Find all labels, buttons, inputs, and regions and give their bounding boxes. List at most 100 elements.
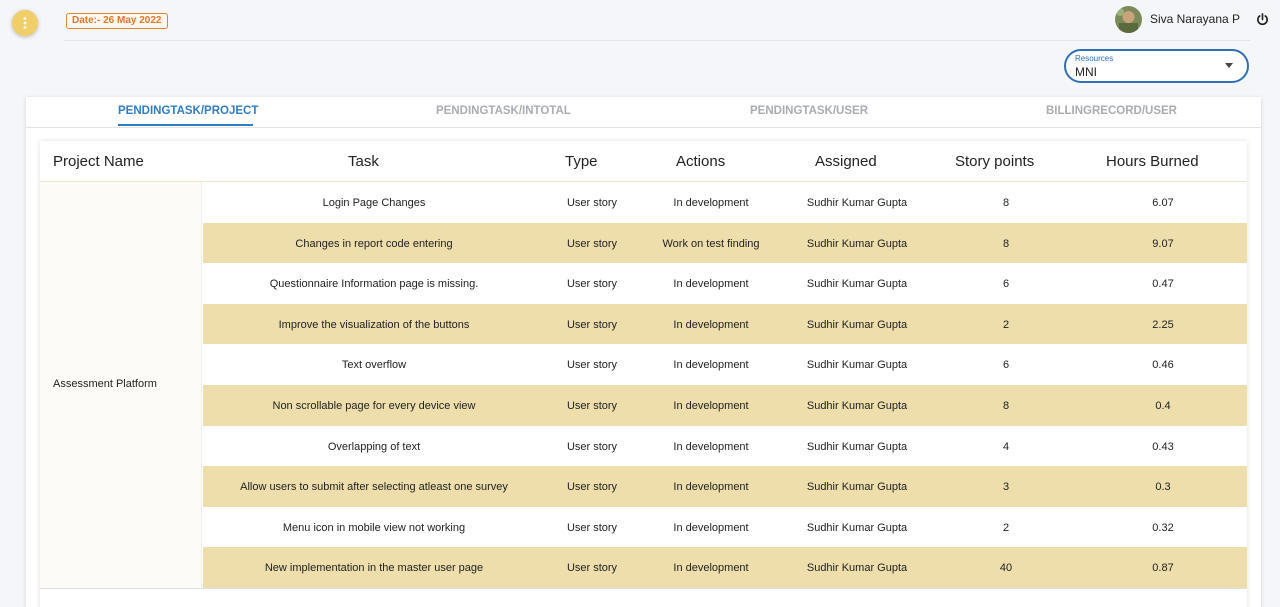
type-cell: User story [566,521,618,534]
table-row[interactable]: Login Page Changes User story In developme… [203,182,1247,223]
type-cell: User story [566,318,618,331]
action-cell: In development [673,481,749,494]
resources-label: Resources [1075,54,1114,63]
table-row[interactable]: Allow users to submit after selecting at… [203,466,1247,507]
avatar[interactable] [1114,5,1142,33]
hours-burned-cell: 0.46 [1152,359,1174,372]
user-area: Siva Narayana P [1114,4,1280,34]
assigned-cell: Sudhir Kumar Gupta [806,197,908,209]
table-row[interactable]: Improve the visualization of the buttons… [203,303,1247,345]
action-cell: In development [673,521,749,534]
hours-burned-cell: 0.32 [1152,521,1174,534]
active-tab-indicator [118,124,253,126]
project-name: Assessment Platform [53,378,157,390]
type-cell: User story [566,197,618,209]
tab-pendingtask-intotal[interactable]: PENDINGTASK/INTOTAL [436,105,571,117]
table-row[interactable]: Overlapping of text User story In developm… [203,426,1247,467]
task-cell: Questionnaire Information page is missin… [269,278,479,291]
action-cell: Work on test finding [662,237,760,250]
hours-burned-cell: 0.3 [1155,481,1171,494]
story-points-cell: 40 [999,562,1013,575]
hours-burned-cell: 9.07 [1152,237,1174,250]
column-header-task: Task [348,153,379,170]
menu-button[interactable] [12,10,38,36]
hours-burned-cell: 0.43 [1152,440,1174,453]
main-panel: PENDINGTASK/PROJECT PENDINGTASK/INTOTAL … [26,97,1261,607]
story-points-cell: 2 [1002,318,1010,331]
story-points-cell: 8 [1002,197,1010,209]
resources-value: MNI [1075,65,1097,79]
story-points-cell: 3 [1002,481,1010,494]
assigned-cell: Sudhir Kumar Gupta [806,562,908,575]
table-row[interactable]: Menu icon in mobile view not working User… [203,507,1247,548]
tab-billingrecord-user[interactable]: BILLINGRECORD/USER [1046,105,1177,117]
action-cell: In development [673,562,749,575]
user-name: Siva Narayana P [1149,12,1240,26]
task-cell: Menu icon in mobile view not working [282,521,466,534]
hours-burned-cell: 0.47 [1152,278,1174,291]
table-body: Login Page Changes User story In developme… [203,182,1247,588]
date-badge: Date:- 26 May 2022 [66,13,168,29]
assigned-cell: Sudhir Kumar Gupta [806,481,908,494]
more-vert-icon [23,17,27,29]
column-header-project: Project Name [53,153,144,170]
assigned-cell: Sudhir Kumar Gupta [806,521,908,534]
assigned-cell: Sudhir Kumar Gupta [806,237,908,250]
story-points-cell: 6 [1002,359,1010,372]
assigned-cell: Sudhir Kumar Gupta [806,440,908,453]
action-cell: In development [673,278,749,291]
task-cell: Improve the visualization of the buttons [278,318,470,331]
action-cell: In development [673,359,749,372]
logout-button[interactable] [1254,11,1270,27]
assigned-cell: Sudhir Kumar Gupta [806,318,908,331]
tab-pendingtask-project[interactable]: PENDINGTASK/PROJECT [118,105,258,117]
table-row[interactable]: New implementation in the master user pa… [203,547,1247,588]
tab-bar: PENDINGTASK/PROJECT PENDINGTASK/INTOTAL … [26,97,1261,128]
story-points-cell: 2 [1002,521,1010,534]
task-cell: New implementation in the master user pa… [264,562,484,575]
power-icon [1256,12,1268,25]
type-cell: User story [566,440,618,453]
action-cell: In development [673,399,749,412]
type-cell: User story [566,359,618,372]
table-header: Project Name Task Type Actions Assigned … [40,141,1247,182]
hours-burned-cell: 0.87 [1152,562,1174,575]
table-footer-divider [40,588,1247,589]
type-cell: User story [566,278,618,291]
table-row[interactable]: Questionnaire Information page is missin… [203,263,1247,304]
column-header-type: Type [565,153,598,170]
assigned-cell: Sudhir Kumar Gupta [806,359,908,372]
column-header-story-points: Story points [955,153,1035,170]
assigned-cell: Sudhir Kumar Gupta [806,278,908,291]
type-cell: User story [566,237,618,250]
column-header-assigned: Assigned [815,153,877,170]
type-cell: User story [566,562,618,575]
story-points-cell: 8 [1002,237,1010,250]
tab-pendingtask-user[interactable]: PENDINGTASK/USER [750,105,868,117]
table-row[interactable]: Text overflow User story In development Sud… [203,344,1247,385]
table-row[interactable]: Non scrollable page for every device vie… [203,384,1247,426]
table-row[interactable]: Changes in report code entering User stor… [203,222,1247,264]
task-table: Project Name Task Type Actions Assigned … [40,141,1247,607]
action-cell: In development [673,197,749,209]
resources-select[interactable]: Resources MNI [1064,49,1249,83]
column-header-actions: Actions [676,153,726,170]
action-cell: In development [673,318,749,331]
hours-burned-cell: 6.07 [1152,197,1174,209]
task-cell: Non scrollable page for every device vie… [272,399,476,412]
task-cell: Allow users to submit after selecting at… [240,481,508,494]
action-cell: In development [673,440,749,453]
story-points-cell: 8 [1002,399,1010,412]
hours-burned-cell: 0.4 [1155,399,1171,412]
task-cell: Text overflow [341,359,407,372]
story-points-cell: 4 [1002,440,1010,453]
caret-down-icon [1225,63,1233,68]
task-cell: Overlapping of text [327,440,421,453]
story-points-cell: 6 [1002,278,1010,291]
type-cell: User story [566,399,618,412]
type-cell: User story [566,481,618,494]
project-cell: Assessment Platform [40,182,202,588]
task-cell: Login Page Changes [322,197,426,209]
hours-burned-cell: 2.25 [1152,318,1174,331]
assigned-cell: Sudhir Kumar Gupta [806,399,908,412]
